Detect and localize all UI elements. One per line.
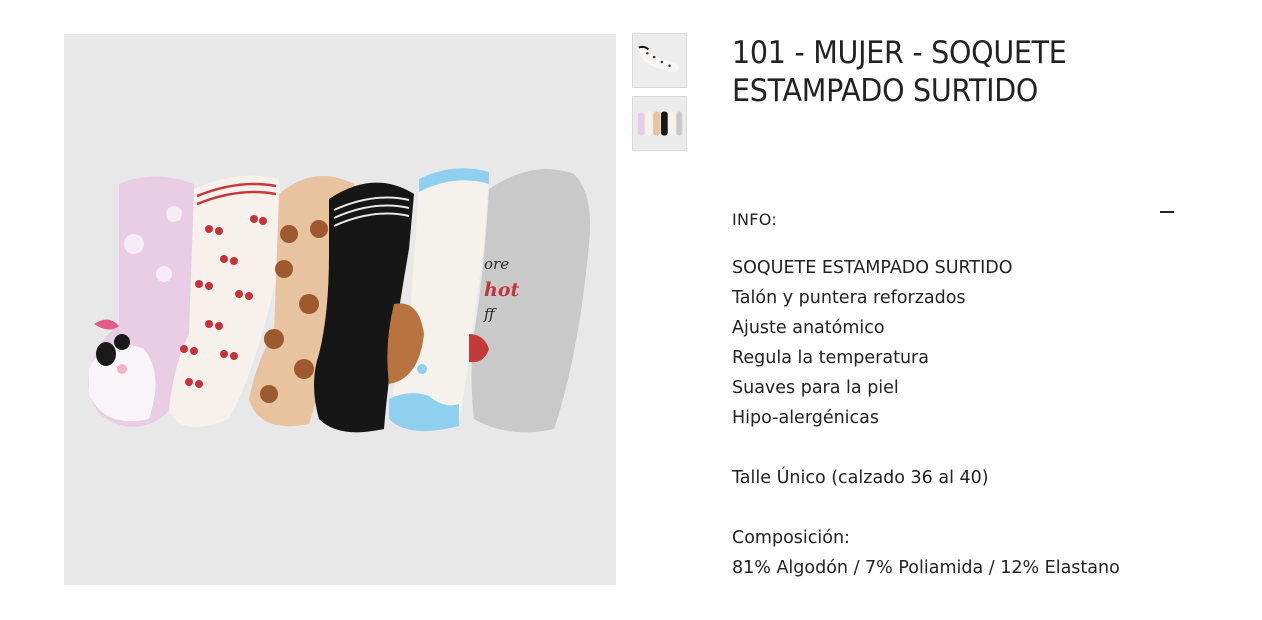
thumbnail-gallery [632, 33, 688, 159]
sock-print-text-2: hot [484, 279, 519, 301]
product-title-line2: ESTAMPADO SURTIDO [732, 73, 1039, 109]
thumbnail-socks-angled[interactable] [632, 33, 687, 88]
description-line: Suaves para la piel [732, 378, 899, 398]
sock-grey: ore hot ff [469, 169, 590, 433]
info-accordion-toggle[interactable]: INFO: [732, 207, 1174, 231]
description-line: Talón y puntera reforzados [732, 288, 966, 308]
sock-print-text-1: ore [484, 255, 509, 273]
description-line: Hipo-alergénicas [732, 408, 880, 428]
composition-label: Composición: [732, 528, 850, 548]
description-line: Regula la temperatura [732, 348, 929, 368]
info-label: INFO: [732, 209, 778, 229]
description-line: Ajuste anatómico [732, 318, 885, 338]
product-main-image[interactable]: ore hot ff [64, 34, 616, 585]
socks-photo: ore hot ff [88, 168, 590, 433]
description-line: SOQUETE ESTAMPADO SURTIDO [732, 258, 1013, 278]
minus-icon[interactable] [1160, 211, 1174, 226]
thumbnail-socks-pack[interactable] [632, 96, 687, 151]
info-content: SOQUETE ESTAMPADO SURTIDO Talón y punter… [732, 253, 1192, 583]
product-title-line1: 101 - MUJER - SOQUETE [732, 35, 1067, 71]
product-details: 101 - MUJER - SOQUETE ESTAMPADO SURTIDO [732, 34, 1192, 110]
product-title: 101 - MUJER - SOQUETE ESTAMPADO SURTIDO [732, 34, 1192, 110]
composition-value: 81% Algodón / 7% Poliamida / 12% Elastan… [732, 558, 1120, 578]
size-info: Talle Único (calzado 36 al 40) [732, 468, 989, 488]
